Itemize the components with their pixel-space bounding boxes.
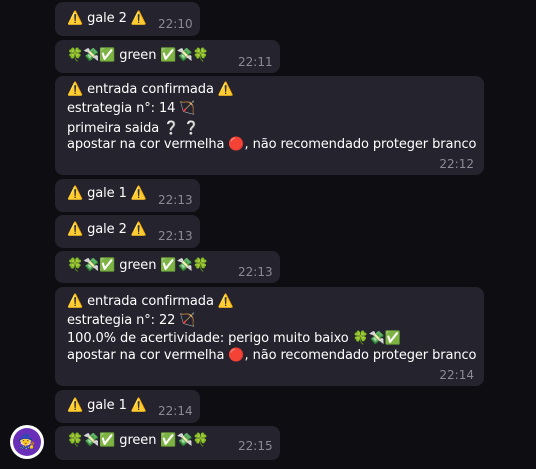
message-text: ⚠️ gale 1 ⚠️ bbox=[67, 186, 147, 201]
message-time: 22:14 bbox=[439, 368, 474, 382]
message-line: ⚠️ entrada confirmada ⚠️ bbox=[67, 294, 234, 309]
message-line: estrategia n°: 22 🏹 bbox=[67, 313, 196, 328]
wizard-hat-icon: 🧙 bbox=[13, 428, 41, 456]
message-text: 🍀💸✅ green ✅💸🍀 bbox=[67, 433, 209, 448]
message-time: 22:13 bbox=[238, 265, 273, 279]
message-time: 22:15 bbox=[238, 439, 273, 453]
message-line: estrategia n°: 14 🏹 bbox=[67, 101, 196, 116]
avatar[interactable]: 🧙 bbox=[10, 425, 44, 459]
message-bubble[interactable]: ⚠️ gale 2 ⚠️ 22:10 bbox=[55, 2, 200, 36]
message-bubble[interactable]: ⚠️ gale 1 ⚠️ 22:14 bbox=[55, 390, 200, 423]
message-bubble[interactable]: 🍀💸✅ green ✅💸🍀 22:13 bbox=[55, 251, 280, 283]
message-time: 22:13 bbox=[158, 193, 193, 207]
message-text: ⚠️ gale 2 ⚠️ bbox=[67, 11, 147, 26]
avatar-glyph: 🧙 bbox=[18, 434, 36, 450]
message-time: 22:14 bbox=[158, 404, 193, 418]
message-bubble[interactable]: ⚠️ gale 1 ⚠️ 22:13 bbox=[55, 179, 200, 212]
message-bubble[interactable]: ⚠️ entrada confirmada ⚠️ estrategia n°: … bbox=[55, 76, 484, 175]
message-text: 🍀💸✅ green ✅💸🍀 bbox=[67, 48, 209, 63]
message-text: ⚠️ gale 2 ⚠️ bbox=[67, 222, 147, 237]
message-time: 22:11 bbox=[238, 55, 273, 69]
message-bubble[interactable]: 🍀💸✅ green ✅💸🍀 22:11 bbox=[55, 40, 280, 73]
message-time: 22:10 bbox=[158, 17, 193, 31]
message-text: 🍀💸✅ green ✅💸🍀 bbox=[67, 258, 209, 273]
message-text: ⚠️ gale 1 ⚠️ bbox=[67, 398, 147, 413]
message-bubble[interactable]: ⚠️ entrada confirmada ⚠️ estrategia n°: … bbox=[55, 287, 484, 386]
message-time: 22:13 bbox=[158, 229, 193, 243]
message-bubble[interactable]: 🍀💸✅ green ✅💸🍀 22:15 bbox=[55, 426, 280, 460]
message-line: ⚠️ entrada confirmada ⚠️ bbox=[67, 82, 234, 97]
message-line: apostar na cor vermelha 🔴, não recomenda… bbox=[67, 348, 477, 363]
message-line: apostar na cor vermelha 🔴, não recomenda… bbox=[67, 137, 477, 152]
message-time: 22:12 bbox=[439, 157, 474, 171]
message-bubble[interactable]: ⚠️ gale 2 ⚠️ 22:13 bbox=[55, 215, 200, 248]
